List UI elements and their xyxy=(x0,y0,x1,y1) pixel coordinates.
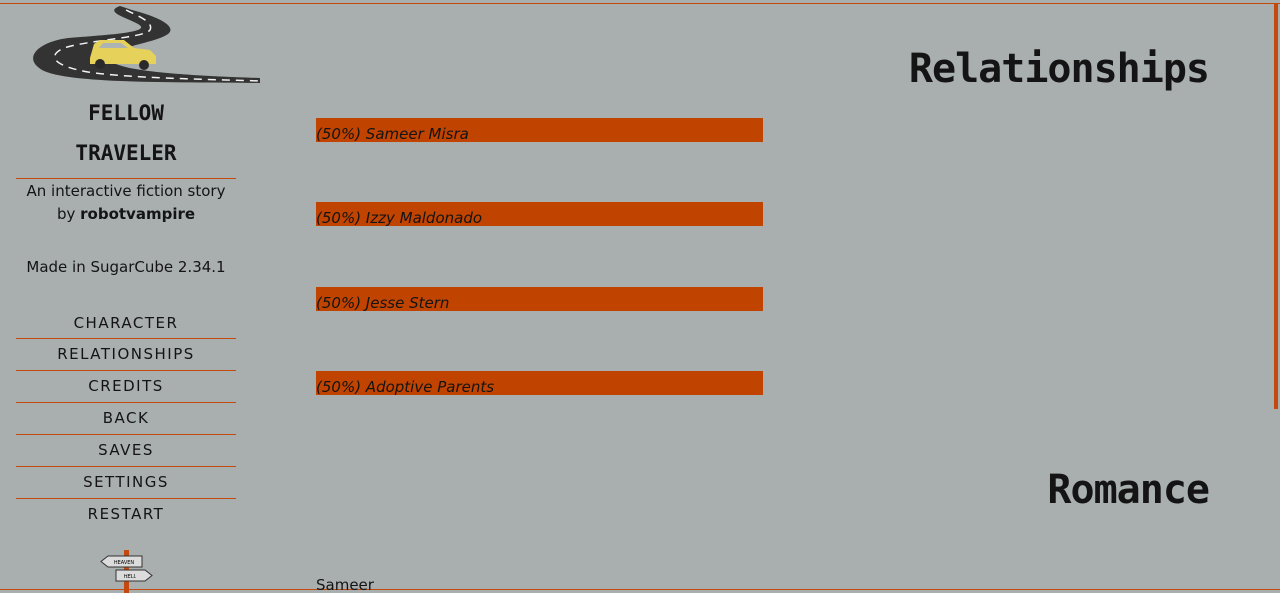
sidebar: FELLOW TRAVELER An interactive fiction s… xyxy=(0,0,260,593)
menu-item-back[interactable]: BACK xyxy=(16,403,236,435)
heaven-hell-signpost-icon: HEAVEN HELL xyxy=(100,550,153,593)
romance-entry-name: Sameer xyxy=(316,576,374,593)
author-line: by robotvampire xyxy=(16,203,236,226)
menu-item-character[interactable]: CHARACTER xyxy=(16,308,236,339)
relationship-label: (50%) Sameer Misra xyxy=(316,125,469,143)
scrollbar-thumb[interactable] xyxy=(1274,4,1278,409)
story-subtitle: An interactive fiction story by robotvam… xyxy=(16,180,236,226)
author-name: robotvampire xyxy=(80,205,196,223)
relationships-heading: Relationships xyxy=(908,46,1210,92)
story-title: FELLOW TRAVELER xyxy=(16,93,236,173)
title-divider xyxy=(16,178,236,179)
page: FELLOW TRAVELER An interactive fiction s… xyxy=(0,0,1280,593)
relationship-bar-jesse: (50%) Jesse Stern xyxy=(316,287,763,312)
made-in-text: Made in SugarCube 2.34.1 xyxy=(26,258,226,276)
story-title-line1: FELLOW xyxy=(88,101,164,125)
relationship-label: (50%) Adoptive Parents xyxy=(316,378,495,396)
signpost-bottom-text: HELL xyxy=(124,574,137,580)
relationship-bar-sameer: (50%) Sameer Misra xyxy=(316,118,763,143)
relationship-bar-izzy: (50%) Izzy Maldonado xyxy=(316,202,763,227)
signpost-top-text: HEAVEN xyxy=(114,560,135,566)
menu-item-credits[interactable]: CREDITS xyxy=(16,371,236,403)
winding-road-car-icon xyxy=(33,6,260,83)
sidebar-menu: CHARACTER RELATIONSHIPS CREDITS BACK SAV… xyxy=(16,308,236,530)
menu-item-restart[interactable]: RESTART xyxy=(16,499,236,530)
relationship-label: (50%) Izzy Maldonado xyxy=(316,209,483,227)
story-title-line2: TRAVELER xyxy=(75,141,177,165)
author-by: by xyxy=(56,205,76,223)
menu-item-saves[interactable]: SAVES xyxy=(16,435,236,467)
subtitle-line: An interactive fiction story xyxy=(26,182,226,200)
relationship-label: (50%) Jesse Stern xyxy=(316,294,450,312)
menu-item-relationships[interactable]: RELATIONSHIPS xyxy=(16,339,236,371)
menu-item-settings[interactable]: SETTINGS xyxy=(16,467,236,499)
romance-heading: Romance xyxy=(1047,467,1210,513)
relationship-bar-parents: (50%) Adoptive Parents xyxy=(316,371,763,396)
